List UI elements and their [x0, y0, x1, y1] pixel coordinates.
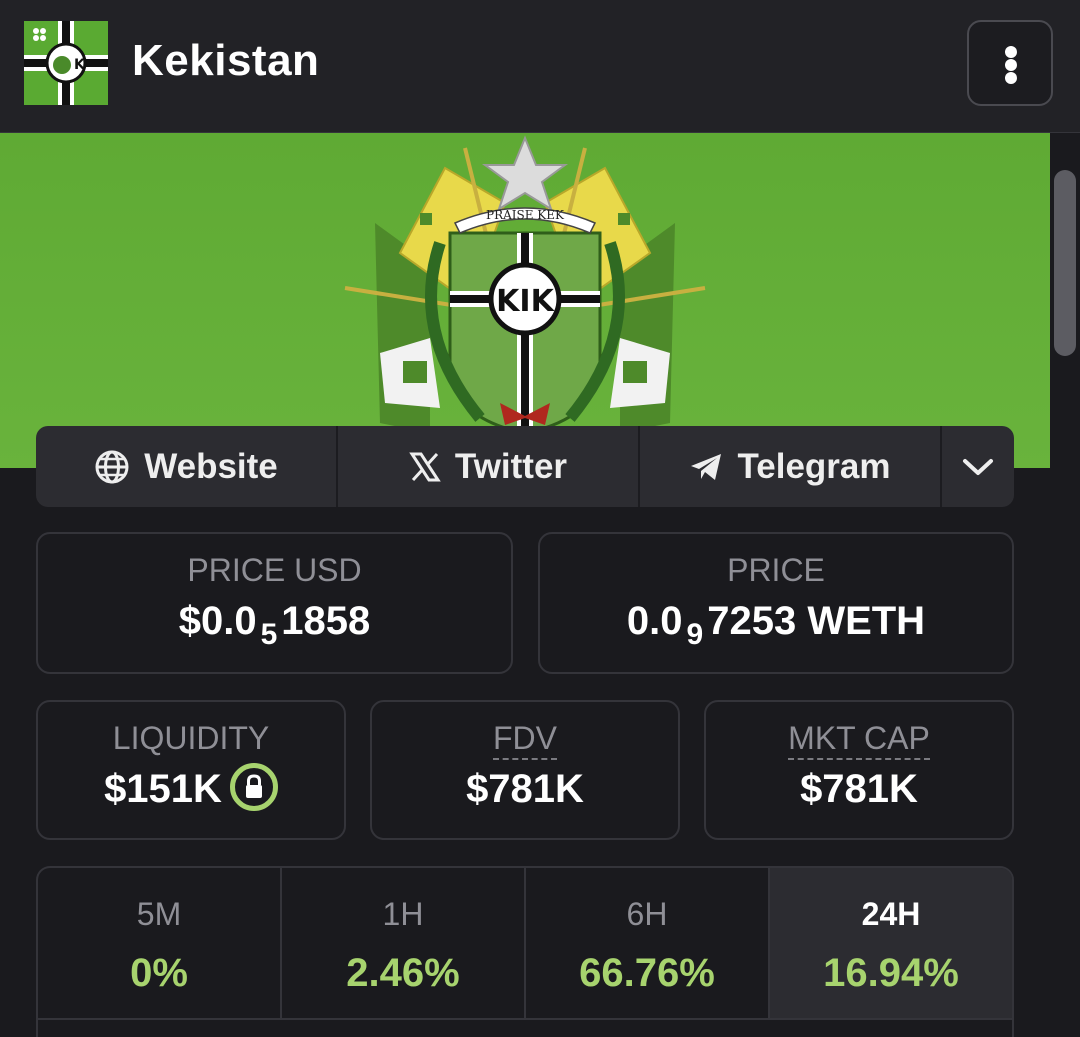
price-native-value: 0.0 9 7253 WETH: [540, 598, 1012, 651]
price-usd-card: PRICE USD $0.0 5 1858: [36, 532, 513, 674]
kekistan-flag-icon[interactable]: K: [24, 21, 108, 105]
tab-24h-label: 24H: [861, 896, 921, 932]
tab-24h[interactable]: 24H 16.94%: [768, 868, 1012, 1018]
price-usd-label: PRICE USD: [187, 552, 362, 588]
price-native-card: PRICE 0.0 9 7253 WETH: [538, 532, 1014, 674]
scrollbar-thumb[interactable]: [1054, 170, 1076, 356]
price-usd-value: $0.0 5 1858: [38, 598, 511, 651]
twitter-link[interactable]: Twitter: [336, 426, 638, 507]
menu-dot: [1005, 72, 1017, 84]
tab-1h-label: 1H: [382, 896, 424, 932]
tab-5m[interactable]: 5M 0%: [38, 868, 280, 1018]
svg-text:KIK: KIK: [496, 284, 555, 319]
token-banner: KIK PRAISE KEK: [0, 133, 1050, 468]
website-link[interactable]: Website: [36, 426, 336, 507]
top-bar: K Kekistan: [0, 0, 1080, 133]
menu-dot: [1005, 59, 1017, 71]
fdv-label[interactable]: FDV: [493, 720, 557, 760]
tab-1h-change: 2.46%: [346, 951, 460, 995]
market-cap-card: MKT CAP $781K: [704, 700, 1014, 840]
tab-1h[interactable]: 1H 2.46%: [280, 868, 524, 1018]
market-cap-label[interactable]: MKT CAP: [788, 720, 930, 760]
price-native-label: PRICE: [727, 552, 825, 588]
fdv-value: $781K: [466, 767, 584, 811]
market-cap-label-wrap: MKT CAP: [706, 720, 1012, 760]
globe-icon: [94, 449, 130, 485]
liquidity-value: $151K: [104, 767, 222, 811]
tab-24h-change: 16.94%: [823, 951, 959, 995]
market-cap-value: $781K: [800, 767, 918, 811]
telegram-label: Telegram: [737, 446, 891, 486]
vertical-dots-icon: [1005, 46, 1017, 58]
twitter-label: Twitter: [454, 446, 568, 486]
price-change-tabs: 5M 0% 1H 2.46% 6H 66.76% 24H 16.94%: [36, 866, 1014, 1037]
telegram-link[interactable]: Telegram: [638, 426, 940, 507]
x-logo-icon: [409, 451, 441, 483]
fdv-card: FDV $781K: [370, 700, 680, 840]
price-usd-zero-count: 5: [260, 618, 278, 651]
fdv-label-wrap: FDV: [372, 720, 678, 760]
page-title: Kekistan: [132, 36, 320, 85]
price-native-zero-count: 9: [686, 618, 704, 651]
website-label: Website: [144, 446, 278, 486]
tab-6h-label: 6H: [626, 896, 668, 932]
svg-text:K: K: [74, 57, 86, 73]
social-links-bar: Website Twitter Telegram: [36, 426, 1014, 507]
lock-icon[interactable]: [229, 763, 278, 812]
liquidity-value-row: $151K: [38, 763, 344, 815]
tab-6h[interactable]: 6H 66.76%: [524, 868, 768, 1018]
more-menu-button[interactable]: [967, 20, 1053, 106]
tab-6h-change: 66.76%: [579, 951, 715, 995]
telegram-icon: [689, 452, 723, 482]
kekistan-coat-of-arms: KIK PRAISE KEK: [344, 135, 706, 435]
more-links-button[interactable]: [940, 426, 1014, 507]
liquidity-card: LIQUIDITY $151K: [36, 700, 346, 840]
motto-text: PRAISE KEK: [486, 208, 565, 222]
liquidity-label: LIQUIDITY: [112, 720, 270, 756]
price-usd-digits: 1858: [281, 599, 371, 643]
price-usd-prefix: $0.0: [178, 599, 257, 643]
tab-5m-change: 0%: [130, 951, 188, 995]
tab-5m-label: 5M: [136, 896, 182, 932]
price-native-digits: 7253 WETH: [707, 599, 926, 643]
price-native-prefix: 0.0: [626, 599, 683, 643]
chevron-down-icon: [962, 457, 994, 477]
